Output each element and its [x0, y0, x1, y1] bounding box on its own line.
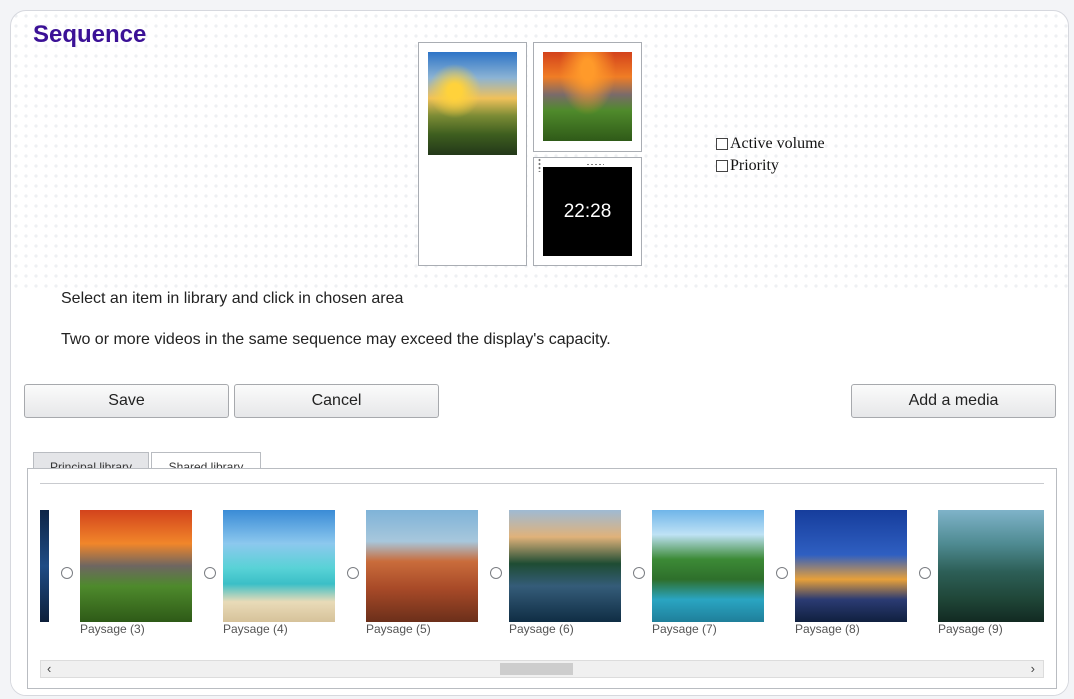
library-item-thumbnail[interactable] [366, 510, 478, 622]
library-item-radio[interactable] [490, 567, 502, 579]
scroll-right-icon[interactable]: › [1031, 661, 1035, 677]
panel-divider [40, 483, 1044, 484]
priority-checkbox[interactable] [716, 160, 728, 172]
instruction-text: Select an item in library and click in c… [61, 290, 404, 307]
library-item-label: Paysage (8) [795, 622, 860, 636]
partial-thumbnail[interactable] [40, 510, 49, 622]
library-item-radio[interactable] [633, 567, 645, 579]
save-button[interactable]: Save [24, 384, 229, 418]
scroll-left-icon[interactable]: ‹ [47, 661, 51, 677]
library-item-radio[interactable] [776, 567, 788, 579]
add-media-button[interactable]: Add a media [851, 384, 1056, 418]
page-title: Sequence [33, 21, 147, 48]
library-item-thumbnail[interactable] [938, 510, 1044, 622]
vertical-resize-handle[interactable] [538, 158, 541, 172]
library-item-thumbnail[interactable] [509, 510, 621, 622]
library-panel: Paysage (3) Paysage (4) Paysage (5) Pays… [27, 468, 1057, 689]
priority-label: Priority [730, 157, 779, 174]
scrollbar-thumb[interactable] [500, 663, 573, 675]
library-item-label: Paysage (9) [938, 622, 1003, 636]
zone-top-right[interactable] [533, 42, 642, 152]
library-item-thumbnail[interactable] [652, 510, 764, 622]
horizontal-scrollbar[interactable]: ‹ › [40, 660, 1044, 678]
active-volume-option[interactable]: Active volume [716, 135, 825, 153]
clock-display: 22:28 [543, 167, 632, 256]
library-item-thumbnail[interactable] [223, 510, 335, 622]
library-item-radio[interactable] [919, 567, 931, 579]
zone-left-image [428, 52, 517, 155]
library-item-thumbnail[interactable] [80, 510, 192, 622]
library-item-label: Paysage (3) [80, 622, 145, 636]
library-item-radio[interactable] [61, 567, 73, 579]
zone-top-right-image [543, 52, 632, 141]
active-volume-label: Active volume [730, 135, 825, 152]
zone-bottom-right[interactable]: 22:28 [533, 157, 642, 266]
library-item-label: Paysage (7) [652, 622, 717, 636]
zone-left[interactable] [418, 42, 527, 266]
cancel-button[interactable]: Cancel [234, 384, 439, 418]
library-item-label: Paysage (5) [366, 622, 431, 636]
library-item-label: Paysage (6) [509, 622, 574, 636]
capacity-warning-text: Two or more videos in the same sequence … [61, 331, 611, 348]
priority-option[interactable]: Priority [716, 157, 779, 175]
library-item-radio[interactable] [347, 567, 359, 579]
active-volume-checkbox[interactable] [716, 138, 728, 150]
library-item-label: Paysage (4) [223, 622, 288, 636]
horizontal-resize-handle[interactable] [586, 163, 604, 166]
library-item-radio[interactable] [204, 567, 216, 579]
library-item-thumbnail[interactable] [795, 510, 907, 622]
